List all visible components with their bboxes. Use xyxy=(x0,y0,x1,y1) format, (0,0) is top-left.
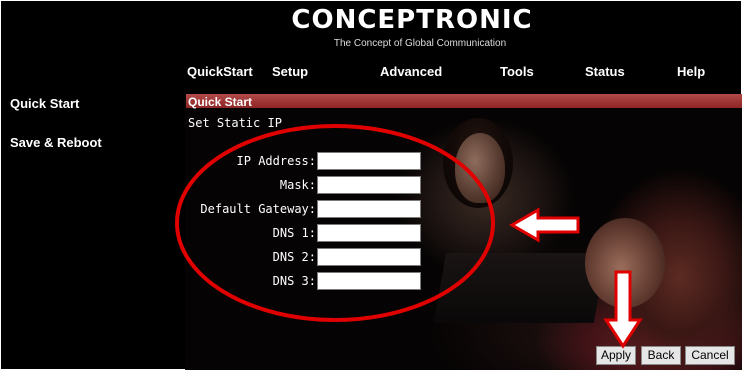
annotation-circle xyxy=(175,124,495,322)
annotation-overlay xyxy=(175,124,643,349)
annotation-arrow-down-icon xyxy=(603,270,643,349)
annotation-arrow-left-icon xyxy=(508,207,580,243)
